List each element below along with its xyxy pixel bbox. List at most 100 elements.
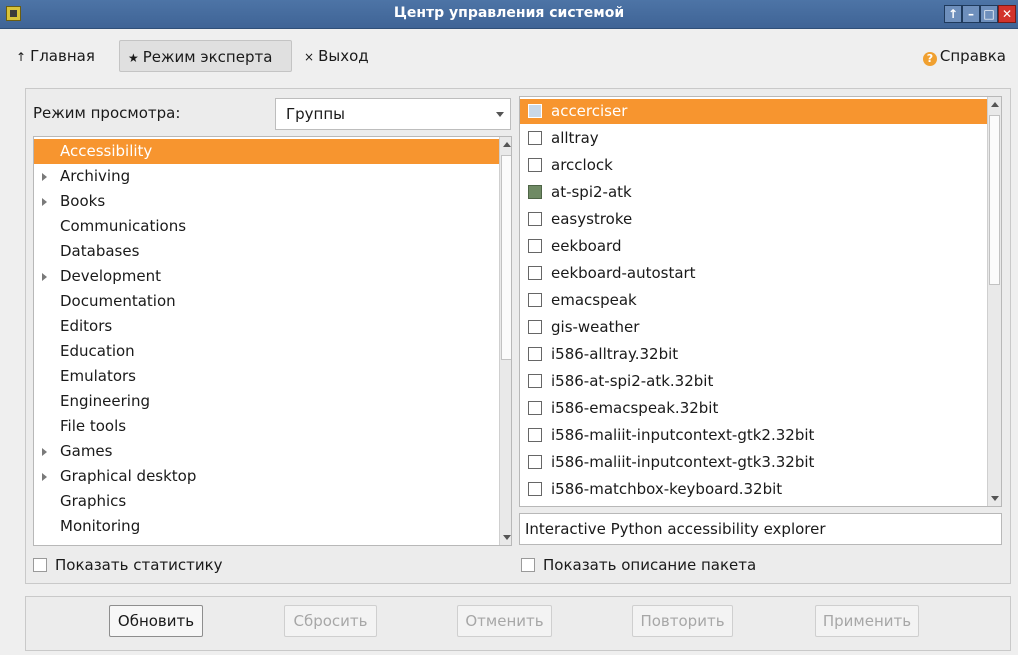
package-checkbox[interactable] <box>528 374 542 388</box>
package-checkbox[interactable] <box>528 239 542 253</box>
apply-button[interactable]: Применить <box>815 605 919 637</box>
scroll-up-icon[interactable] <box>503 142 511 147</box>
package-item[interactable]: accerciser <box>520 99 987 124</box>
package-item[interactable]: i586-maliit-inputcontext-gtk2.32bit <box>520 423 987 448</box>
group-item[interactable]: Education <box>34 339 499 364</box>
package-list-scroll-thumb[interactable] <box>989 115 1000 285</box>
expand-arrow-icon[interactable] <box>42 273 47 281</box>
package-item[interactable]: i586-maliit-inputcontext-gtk3.32bit <box>520 450 987 475</box>
window-close-button[interactable]: ✕ <box>998 5 1016 23</box>
title-bar: Центр управления системой ↑ – □ ✕ <box>0 0 1018 29</box>
group-item[interactable]: Documentation <box>34 289 499 314</box>
group-item[interactable]: Accessibility <box>34 139 499 164</box>
package-item[interactable]: i586-alltray.32bit <box>520 342 987 367</box>
group-item[interactable]: Emulators <box>34 364 499 389</box>
expand-arrow-icon[interactable] <box>42 173 47 181</box>
window-maximize-button[interactable]: □ <box>980 5 998 23</box>
package-checkbox[interactable] <box>528 428 542 442</box>
group-item[interactable]: Engineering <box>34 389 499 414</box>
package-list[interactable]: accerciser alltray arcclock at-spi2-atk easy… <box>519 96 1002 507</box>
package-item[interactable]: eekboard-autostart <box>520 261 987 286</box>
close-icon: × <box>304 50 315 64</box>
group-item-label: Accessibility <box>60 142 153 160</box>
tab-expert-mode[interactable]: ★ Режим эксперта <box>119 40 292 72</box>
package-item-label: alltray <box>551 129 599 147</box>
package-item-label: i586-at-spi2-atk.32bit <box>551 372 714 390</box>
package-item[interactable]: eekboard <box>520 234 987 259</box>
group-list[interactable]: Accessibility Archiving Books Communication… <box>33 136 512 546</box>
group-item-label: Education <box>60 342 135 360</box>
package-checkbox[interactable] <box>528 347 542 361</box>
group-item-label: File tools <box>60 417 127 435</box>
package-checkbox[interactable] <box>528 212 542 226</box>
chevron-down-icon <box>496 112 504 117</box>
scroll-down-icon[interactable] <box>991 496 999 501</box>
package-checkbox[interactable] <box>528 293 542 307</box>
package-checkbox[interactable] <box>528 455 542 469</box>
undo-button[interactable]: Отменить <box>457 605 552 637</box>
reset-button[interactable]: Сбросить <box>284 605 377 637</box>
package-item-label: gis-weather <box>551 318 640 336</box>
scroll-up-icon[interactable] <box>991 102 999 107</box>
group-item-label: Games <box>60 442 113 460</box>
group-list-scrollbar[interactable] <box>499 137 511 545</box>
group-item[interactable]: Archiving <box>34 164 499 189</box>
expand-arrow-icon[interactable] <box>42 198 47 206</box>
show-stats-box[interactable] <box>33 558 47 572</box>
group-item[interactable]: Monitoring <box>34 514 499 539</box>
package-checkbox[interactable] <box>528 482 542 496</box>
package-item-label: emacspeak <box>551 291 637 309</box>
group-item-label: Archiving <box>60 167 131 185</box>
help-icon: ? <box>922 52 937 66</box>
package-item[interactable]: gis-weather <box>520 315 987 340</box>
tab-exit[interactable]: × Выход <box>296 40 377 72</box>
group-item[interactable]: Books <box>34 189 499 214</box>
package-item[interactable]: i586-at-spi2-atk.32bit <box>520 369 987 394</box>
refresh-button[interactable]: Обновить <box>109 605 203 637</box>
group-item[interactable]: Databases <box>34 239 499 264</box>
expand-arrow-icon[interactable] <box>42 448 47 456</box>
package-checkbox[interactable] <box>528 131 542 145</box>
star-icon: ★ <box>128 51 139 65</box>
show-description-box[interactable] <box>521 558 535 572</box>
window-minimize-button[interactable]: – <box>962 5 980 23</box>
package-checkbox[interactable] <box>528 104 542 118</box>
group-list-scroll-thumb[interactable] <box>501 155 511 360</box>
group-item-label: Databases <box>60 242 140 260</box>
view-mode-select[interactable]: Группы <box>275 98 511 130</box>
package-item[interactable]: arcclock <box>520 153 987 178</box>
tab-home[interactable]: ↑ Главная <box>8 40 103 72</box>
package-checkbox[interactable] <box>528 401 542 415</box>
package-list-scrollbar[interactable] <box>987 97 1001 506</box>
group-item[interactable]: Editors <box>34 314 499 339</box>
package-checkbox[interactable] <box>528 320 542 334</box>
help-label: Справка <box>939 47 1006 65</box>
package-item[interactable]: alltray <box>520 126 987 151</box>
expand-arrow-icon[interactable] <box>42 473 47 481</box>
package-item-label: arcclock <box>551 156 613 174</box>
package-item-label: i586-maliit-inputcontext-gtk2.32bit <box>551 426 815 444</box>
package-item[interactable]: easystroke <box>520 207 987 232</box>
package-item[interactable]: i586-matchbox-keyboard.32bit <box>520 477 987 502</box>
window-raise-button[interactable]: ↑ <box>944 5 962 23</box>
package-item-label: at-spi2-atk <box>551 183 632 201</box>
package-item-label: i586-emacspeak.32bit <box>551 399 719 417</box>
scroll-down-icon[interactable] <box>503 535 511 540</box>
tab-expert-mode-label: Режим эксперта <box>142 48 273 66</box>
group-item[interactable]: Games <box>34 439 499 464</box>
package-item[interactable]: at-spi2-atk <box>520 180 987 205</box>
group-item[interactable]: File tools <box>34 414 499 439</box>
package-checkbox[interactable] <box>528 158 542 172</box>
group-item[interactable]: Development <box>34 264 499 289</box>
redo-button[interactable]: Повторить <box>632 605 733 637</box>
package-item[interactable]: emacspeak <box>520 288 987 313</box>
group-item[interactable]: Graphics <box>34 489 499 514</box>
group-item[interactable]: Graphical desktop <box>34 464 499 489</box>
help-link[interactable]: ? Справка <box>922 40 1006 72</box>
tab-home-label: Главная <box>30 47 95 65</box>
package-checkbox[interactable] <box>528 266 542 280</box>
package-item[interactable]: i586-emacspeak.32bit <box>520 396 987 421</box>
group-item[interactable]: Communications <box>34 214 499 239</box>
package-checkbox[interactable] <box>528 185 542 199</box>
group-item-label: Development <box>60 267 161 285</box>
